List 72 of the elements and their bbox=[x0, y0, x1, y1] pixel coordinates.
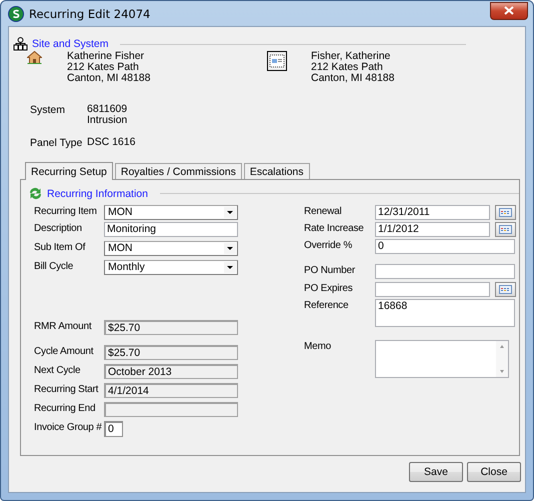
dropdown-field[interactable]: Monthly bbox=[104, 260, 238, 275]
field-label: RMR Amount bbox=[34, 320, 93, 332]
caret-icon bbox=[224, 207, 236, 218]
field-label: Memo bbox=[304, 340, 332, 352]
date-field[interactable] bbox=[375, 282, 490, 297]
app-icon bbox=[8, 6, 24, 22]
field-label: Reference bbox=[304, 299, 350, 311]
info-label: System bbox=[30, 104, 66, 118]
close-icon bbox=[504, 6, 514, 15]
field-value: Monthly bbox=[108, 262, 145, 273]
memo-field[interactable] bbox=[375, 340, 509, 378]
input-field[interactable]: 16868 bbox=[375, 299, 515, 327]
input-field[interactable]: 0 bbox=[375, 239, 515, 254]
address-line: 212 Kates Path bbox=[311, 62, 384, 73]
window-title: Recurring Edit 24074 bbox=[29, 6, 152, 20]
calendar-button[interactable] bbox=[495, 222, 516, 237]
field-label: Recurring Item bbox=[34, 205, 98, 217]
tab[interactable]: Recurring Setup bbox=[25, 162, 113, 180]
input-field[interactable]: 0 bbox=[104, 421, 123, 437]
field-label: Cycle Amount bbox=[34, 345, 94, 357]
dialog-button[interactable]: Save bbox=[409, 462, 463, 482]
date-field[interactable]: 1/1/2012 bbox=[375, 222, 490, 237]
section-title: Site and System bbox=[32, 38, 108, 50]
address-line: Fisher, Katherine bbox=[311, 51, 392, 62]
calendar-button[interactable] bbox=[495, 205, 516, 220]
field-label: Rate Increase bbox=[304, 222, 365, 234]
field-value: MON bbox=[108, 243, 132, 254]
calendar-icon bbox=[499, 225, 512, 234]
info-label: Panel Type bbox=[30, 137, 84, 149]
scrollbar[interactable] bbox=[496, 341, 508, 377]
field-label: PO Expires bbox=[304, 282, 354, 294]
house-icon bbox=[27, 51, 42, 64]
field-label: Invoice Group # bbox=[34, 421, 103, 433]
calendar-button[interactable] bbox=[495, 282, 516, 297]
field-label: Recurring End bbox=[34, 402, 96, 414]
field-label: Recurring Start bbox=[34, 383, 100, 395]
address-line: 212 Kates Path bbox=[67, 62, 140, 73]
input-field: 4/1/2014 bbox=[104, 383, 238, 398]
field-value: MON bbox=[108, 207, 132, 218]
caret-icon bbox=[224, 262, 236, 273]
field-label: Bill Cycle bbox=[34, 260, 74, 272]
field-label: Next Cycle bbox=[34, 364, 82, 376]
dropdown-field[interactable]: MON bbox=[104, 241, 238, 256]
caret-icon bbox=[224, 243, 236, 254]
tab[interactable]: Royalties / Commissions bbox=[114, 163, 242, 179]
date-field[interactable]: 12/31/2011 bbox=[375, 205, 490, 220]
sitemap-icon bbox=[13, 37, 28, 51]
field-label: Description bbox=[34, 222, 83, 234]
refresh-icon bbox=[28, 187, 43, 200]
input-field: October 2013 bbox=[104, 364, 238, 379]
calendar-icon bbox=[499, 208, 512, 217]
address-line: Canton, MI 48188 bbox=[311, 73, 394, 84]
close-button[interactable] bbox=[490, 2, 528, 20]
address-line: Katherine Fisher bbox=[67, 51, 146, 62]
input-field: $25.70 bbox=[104, 345, 238, 360]
dialog-button[interactable]: Close bbox=[467, 462, 521, 482]
info-value: Intrusion bbox=[87, 115, 128, 126]
tab[interactable]: Escalations bbox=[244, 163, 310, 179]
contact-card-icon bbox=[267, 51, 287, 71]
section-title: Recurring Information bbox=[47, 188, 148, 200]
field-label: Sub Item Of bbox=[34, 241, 86, 253]
field-label: Override % bbox=[304, 239, 354, 251]
input-field[interactable] bbox=[375, 264, 515, 279]
info-value: 6811609 bbox=[87, 104, 128, 115]
field-label: Renewal bbox=[304, 205, 343, 217]
input-field: $25.70 bbox=[104, 320, 238, 335]
field-label: PO Number bbox=[304, 264, 356, 276]
info-value: DSC 1616 bbox=[87, 137, 136, 148]
dropdown-field[interactable]: MON bbox=[104, 205, 238, 220]
calendar-icon bbox=[499, 285, 512, 294]
input-field[interactable]: Monitoring bbox=[104, 222, 238, 237]
address-line: Canton, MI 48188 bbox=[67, 73, 150, 84]
